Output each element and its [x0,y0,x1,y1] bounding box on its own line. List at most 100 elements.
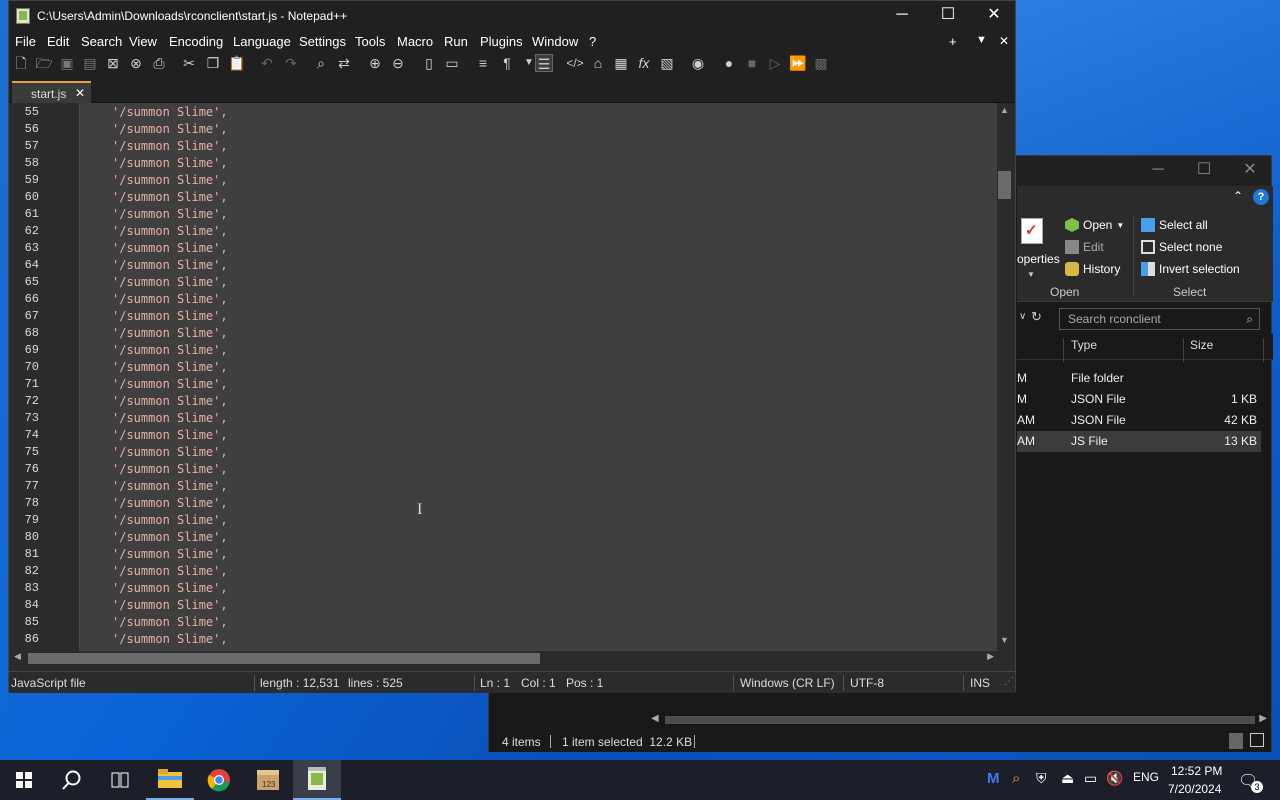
code-editor[interactable]: 55 '/summon Slime', 56 '/summon Slime', 57 '/… [12,103,1005,651]
menu-macro[interactable]: Macro [397,34,433,49]
menu-file[interactable]: File [15,34,36,49]
monitoring-icon[interactable]: ◉ [689,54,707,72]
edit-button[interactable]: Edit [1065,240,1104,254]
media-app-taskbar-button[interactable]: 123 [244,760,292,800]
find-icon[interactable]: ⌕ [312,54,330,72]
file-explorer-taskbar-button[interactable] [146,760,194,800]
search-tool-icon[interactable]: ⌕ [1012,770,1020,787]
word-wrap-icon[interactable]: ≡ [474,54,492,72]
tab-start-js[interactable]: start.js ✕ [12,81,91,103]
new-file-icon[interactable]: 🗋 [12,54,30,72]
clock-date[interactable]: 7/20/2024 [1168,782,1221,796]
column-type[interactable]: Type [1071,338,1097,352]
open-button[interactable]: Open ▼ [1065,218,1124,232]
scroll-left-icon[interactable]: ◀ [651,713,659,724]
close-tab-icon[interactable]: ✕ [999,34,1009,48]
play-macro-icon[interactable]: ▷ [766,54,784,72]
file-row[interactable]: M File folder [1017,368,1261,389]
start-button[interactable] [0,760,48,800]
menu-search[interactable]: Search [81,34,122,49]
sync-vertical-icon[interactable]: ▯ [420,54,438,72]
properties-button[interactable]: operties [1017,252,1060,266]
function-list-icon[interactable]: fx [635,54,653,72]
redo-icon[interactable]: ↷ [282,54,300,72]
history-button[interactable]: History [1065,262,1120,276]
sync-horizontal-icon[interactable]: ▭ [443,54,461,72]
details-view-icon[interactable] [1229,733,1243,749]
explorer-horizontal-scrollbar[interactable]: ◀ ▶ [649,712,1269,728]
scroll-right-icon[interactable]: ▶ [987,651,994,662]
usb-icon[interactable]: ⏏ [1061,770,1074,787]
close-button[interactable]: ✕ [971,1,1017,31]
horizontal-scroll-thumb[interactable] [28,653,540,664]
select-none-button[interactable]: Select none [1141,240,1222,254]
menu-window[interactable]: Window [532,34,578,49]
close-all-icon[interactable]: ⊗ [127,54,145,72]
address-dropdown-icon[interactable]: ∨ [1019,311,1026,322]
udl-icon[interactable]: </> [566,54,584,72]
menu-edit[interactable]: Edit [47,34,69,49]
maximize-button[interactable]: ☐ [1181,156,1227,186]
open-file-icon[interactable]: 🗁 [35,54,53,72]
close-tab-icon[interactable]: ✕ [75,86,85,100]
run-macro-multiple-icon[interactable]: ⏩ [789,54,807,72]
stop-macro-icon[interactable]: ■ [743,54,761,72]
menu-settings[interactable]: Settings [299,34,346,49]
scroll-thumb[interactable] [665,716,1255,724]
document-map-icon[interactable]: ⌂ [589,54,607,72]
volume-muted-icon[interactable]: 🔇 [1106,770,1123,787]
notepad-plus-plus-taskbar-button[interactable] [293,760,341,800]
chrome-taskbar-button[interactable] [195,760,243,800]
new-tab-icon[interactable]: + [949,34,957,49]
cut-icon[interactable]: ✂ [180,54,198,72]
file-row[interactable]: AM JSON File 42 KB [1017,410,1261,431]
task-view-button[interactable] [96,760,144,800]
search-button[interactable] [48,760,96,800]
record-macro-icon[interactable]: ● [720,54,738,72]
help-icon[interactable]: ? [1253,189,1269,205]
replace-icon[interactable]: ⇄ [335,54,353,72]
menu-help[interactable]: ? [589,34,596,49]
menu-tools[interactable]: Tools [355,34,385,49]
horizontal-scrollbar[interactable]: ◀ ▶ [12,651,996,665]
document-list-icon[interactable]: ▦ [612,54,630,72]
mail-app-icon[interactable]: M [987,771,1003,787]
folder-workspace-icon[interactable]: ▧ [658,54,676,72]
network-icon[interactable]: ▭ [1084,770,1097,787]
save-macro-icon[interactable]: ▩ [812,54,830,72]
menu-language[interactable]: Language [233,34,291,49]
menu-view[interactable]: View [129,34,157,49]
zoom-in-icon[interactable]: ⊕ [366,54,384,72]
scroll-up-icon[interactable]: ▲ [1000,105,1009,115]
clock-time[interactable]: 12:52 PM [1171,764,1222,778]
paste-icon[interactable]: 📋 [228,54,246,72]
resize-grip-icon[interactable]: ⋰ [1004,676,1014,687]
save-icon[interactable]: ▣ [58,54,76,72]
indent-guide-icon[interactable]: ☰ [535,54,553,72]
invert-selection-button[interactable]: Invert selection [1141,262,1240,276]
file-row-selected[interactable]: AM JS File 13 KB [1017,431,1261,452]
collapse-ribbon-icon[interactable]: ⌃ [1233,189,1243,203]
vertical-scrollbar[interactable]: ▲ ▼ [997,103,1013,651]
vertical-scroll-thumb[interactable] [998,171,1011,199]
language-indicator[interactable]: ENG [1133,770,1159,784]
maximize-button[interactable]: ☐ [925,1,971,31]
copy-icon[interactable]: ❐ [204,54,222,72]
show-all-characters-icon[interactable]: ¶ [498,54,516,72]
save-all-icon[interactable]: ▤ [81,54,99,72]
menu-plugins[interactable]: Plugins [480,34,523,49]
scroll-left-icon[interactable]: ◀ [14,651,21,662]
column-size[interactable]: Size [1190,338,1213,352]
menu-encoding[interactable]: Encoding [169,34,223,49]
undo-icon[interactable]: ↶ [258,54,276,72]
zoom-out-icon[interactable]: ⊖ [389,54,407,72]
minimize-button[interactable]: ─ [1135,156,1181,186]
properties-dropdown-icon[interactable]: ▼ [1027,270,1035,279]
select-all-button[interactable]: Select all [1141,218,1208,232]
search-input[interactable]: Search rconclient ⌕ [1059,308,1260,330]
refresh-icon[interactable]: ↻ [1031,309,1042,325]
tiles-view-icon[interactable] [1250,733,1264,747]
security-icon[interactable]: ⛨ [1036,770,1047,787]
close-file-icon[interactable]: ⊠ [104,54,122,72]
file-row[interactable]: M JSON File 1 KB [1017,389,1261,410]
